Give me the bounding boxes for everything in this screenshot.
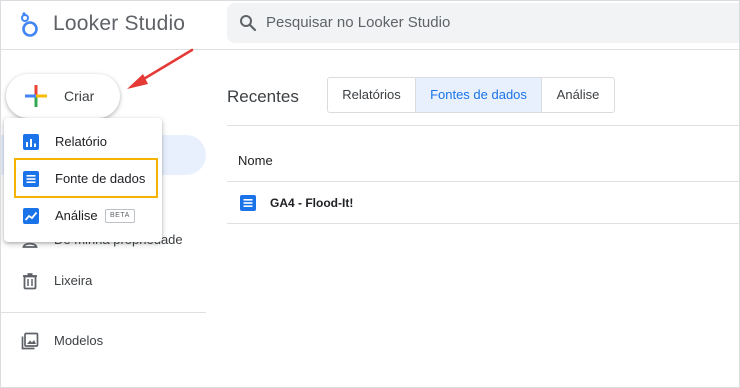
- table-row[interactable]: GA4 - Flood-It!: [227, 185, 739, 221]
- create-button-label: Criar: [64, 88, 95, 104]
- app-title: Looker Studio: [53, 12, 186, 35]
- sidebar-item-templates[interactable]: Modelos: [1, 323, 206, 359]
- create-menu: Relatório Fonte de dados Análise BETA: [4, 118, 162, 242]
- menu-item-label: Análise: [55, 208, 98, 223]
- explorer-icon: [23, 208, 39, 224]
- menu-item-explorer[interactable]: Análise BETA: [4, 198, 162, 234]
- menu-item-label: Relatório: [55, 134, 108, 149]
- data-source-icon: [240, 195, 256, 211]
- divider: [227, 181, 739, 182]
- tab-reports[interactable]: Relatórios: [328, 78, 416, 112]
- trash-icon: [23, 273, 37, 290]
- annotation-arrow: [127, 48, 194, 89]
- search-input[interactable]: Pesquisar no Looker Studio: [266, 14, 450, 31]
- top-bar: Looker Studio Pesquisar no Looker Studio: [1, 1, 739, 50]
- templates-icon: [21, 332, 39, 350]
- menu-item-highlight: [14, 158, 158, 198]
- tab-data-sources[interactable]: Fontes de dados: [416, 78, 542, 112]
- tab-explorer[interactable]: Análise: [542, 78, 614, 112]
- divider: [227, 223, 739, 224]
- looker-studio-logo[interactable]: [18, 12, 40, 38]
- sidebar-item-label: Lixeira: [54, 273, 93, 288]
- plus-icon: [25, 85, 47, 107]
- search-icon: [240, 15, 257, 32]
- row-name[interactable]: GA4 - Flood-It!: [270, 196, 353, 210]
- tab-group: Relatórios Fontes de dados Análise: [327, 77, 615, 113]
- sidebar-divider: [1, 312, 206, 313]
- sidebar-item-trash[interactable]: Lixeira: [1, 263, 206, 299]
- beta-badge: BETA: [105, 209, 135, 223]
- search-bar[interactable]: Pesquisar no Looker Studio: [227, 3, 739, 43]
- report-icon: [23, 134, 39, 150]
- column-header-name[interactable]: Nome: [238, 153, 273, 168]
- divider: [227, 125, 739, 126]
- sidebar-item-label: Modelos: [54, 333, 104, 348]
- create-button[interactable]: Criar: [6, 74, 120, 118]
- menu-item-report[interactable]: Relatório: [4, 124, 162, 160]
- page-title: Recentes: [227, 87, 299, 106]
- app-window: Looker Studio Pesquisar no Looker Studio…: [0, 0, 740, 388]
